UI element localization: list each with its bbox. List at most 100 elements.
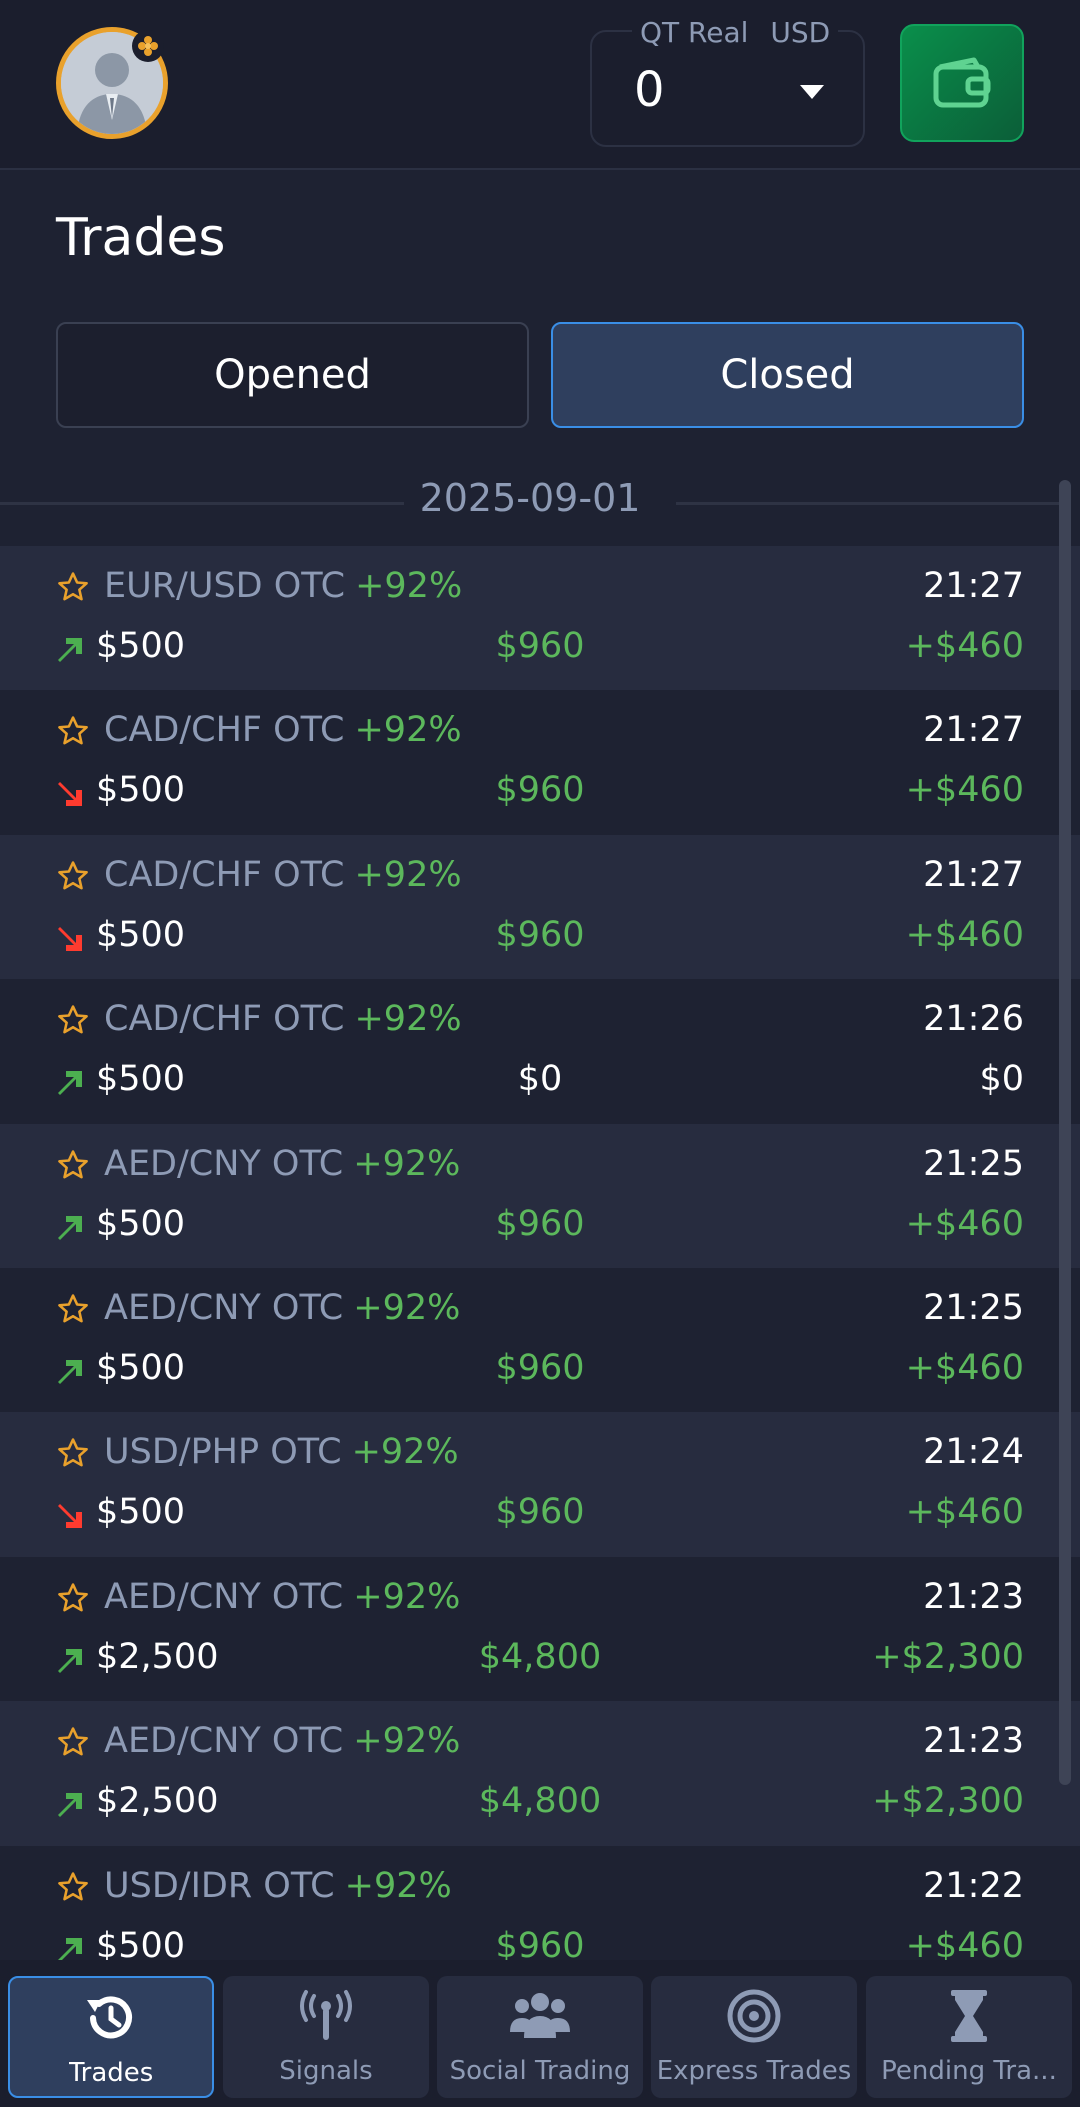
nav-label-social-trading: Social Trading [449,2056,631,2086]
arrow-up-right-icon [56,1647,84,1679]
payout-percent: +92% [353,1721,461,1762]
trade-payout: $4,800 [478,1781,602,1822]
asset-pair: CAD/CHF OTC +92% [104,710,462,750]
trade-profit: +$460 [905,1347,1024,1388]
trade-amount: $500 [96,770,186,811]
top-header: QT Real USD 0 [0,0,1080,170]
nav-social-trading[interactable]: Social Trading [437,1976,643,2098]
asset-name: USD/PHP OTC [104,1432,342,1473]
balance-value: 0 [634,62,665,118]
trade-row[interactable]: USD/PHP OTC +92% 21:24 $500 $960 +$460 [0,1412,1080,1557]
tab-opened[interactable]: Opened [56,322,529,428]
trade-amount: $500 [96,1203,186,1244]
trade-row[interactable]: AED/CNY OTC +92% 21:23 $2,500 $4,800 +$2,300 [0,1556,1080,1702]
arrow-down-right-icon [56,780,84,812]
payout-percent: +92% [353,1143,461,1184]
payout-percent: +92% [351,1432,459,1473]
trade-time: 21:24 [923,1432,1024,1473]
wallet-icon [933,57,991,108]
trade-profit: +$2,300 [872,1636,1024,1677]
trade-profit: +$460 [905,1492,1024,1533]
favorite-star-icon[interactable] [56,1436,90,1474]
users-icon [510,1993,570,2038]
payout-percent: +92% [344,1865,452,1906]
app-root: QT Real USD 0 Trades Opened Closed 2025-0… [0,0,1080,2107]
arrow-down-right-icon [56,925,84,957]
favorite-star-icon[interactable] [56,1725,90,1763]
target-icon [727,1989,781,2043]
nav-express-trades[interactable]: Express Trades [651,1976,857,2098]
trade-amount: $500 [96,1059,186,1100]
favorite-star-icon[interactable] [56,1581,90,1619]
trade-time: 21:23 [923,1721,1024,1762]
trade-payout: $960 [495,770,585,811]
account-selector[interactable]: QT Real USD 0 [590,16,865,147]
asset-pair: AED/CNY OTC +92% [104,1288,460,1328]
trade-time: 21:22 [923,1865,1024,1906]
asset-name: CAD/CHF OTC [104,710,345,751]
payout-percent: +92% [353,1287,461,1328]
asset-pair: CAD/CHF OTC +92% [104,999,462,1039]
nav-signals[interactable]: Signals [223,1976,429,2098]
favorite-star-icon[interactable] [56,1870,90,1908]
nav-label-pending-trades: Pending Tra... [881,2056,1057,2086]
favorite-star-icon[interactable] [56,714,90,752]
trade-time: 21:27 [923,566,1024,606]
arrow-down-right-icon [56,1502,84,1534]
asset-name: USD/IDR OTC [104,1865,335,1906]
trade-profit: +$460 [905,914,1024,955]
bottom-nav: Trades Signals Social Trading Express Tr… [0,1960,1080,2107]
asset-pair: AED/CNY OTC +92% [104,1577,460,1617]
favorite-star-icon[interactable] [56,1292,90,1330]
trade-row[interactable]: AED/CNY OTC +92% 21:25 $500 $960 +$460 [0,1123,1080,1268]
payout-percent: +92% [353,1576,461,1617]
trade-amount: $500 [96,626,186,666]
date-divider: 2025-09-01 [0,470,1060,530]
trade-payout: $960 [495,914,585,955]
account-label: QT Real USD [632,16,839,49]
date-label: 2025-09-01 [419,476,641,520]
nav-label-trades: Trades [68,2058,154,2088]
caret-down-icon [800,85,824,99]
trade-row[interactable]: CAD/CHF OTC +92% 21:27 $500 $960 +$460 [0,690,1080,835]
favorite-star-icon[interactable] [56,1003,90,1041]
antenna-icon [300,1990,352,2040]
trade-row[interactable]: EUR/USD OTC +92% 21:27 $500 $960 +$460 [0,546,1080,691]
trade-list: EUR/USD OTC +92% 21:27 $500 $960 +$460 CAD/CHF… [0,546,1080,1990]
trade-profit: $0 [979,1059,1024,1100]
trade-time: 21:25 [923,1143,1024,1184]
trade-profit: +$2,300 [872,1781,1024,1822]
asset-pair: AED/CNY OTC +92% [104,1721,460,1761]
asset-name: CAD/CHF OTC [104,854,345,895]
trade-row[interactable]: AED/CNY OTC +92% 21:23 $2,500 $4,800 +$2,300 [0,1701,1080,1846]
asset-name: AED/CNY OTC [104,1576,344,1617]
nav-pending-trades[interactable]: Pending Tra... [866,1976,1072,2098]
trade-row[interactable]: AED/CNY OTC +92% 21:25 $500 $960 +$460 [0,1267,1080,1413]
payout-percent: +92% [355,566,463,606]
asset-name: AED/CNY OTC [104,1721,344,1762]
trade-payout: $960 [495,1203,585,1244]
nav-trades[interactable]: Trades [8,1976,214,2098]
asset-pair: CAD/CHF OTC +92% [104,855,462,895]
trade-amount: $500 [96,1492,186,1533]
nav-label-signals: Signals [279,2056,373,2086]
asset-pair: AED/CNY OTC +92% [104,1144,460,1184]
asset-pair: USD/IDR OTC +92% [104,1866,452,1906]
trade-payout: $0 [517,1059,563,1100]
trade-row[interactable]: CAD/CHF OTC +92% 21:27 $500 $960 +$460 [0,834,1080,980]
arrow-up-right-icon [56,1358,84,1390]
wallet-button[interactable] [900,24,1024,142]
trade-row[interactable]: CAD/CHF OTC +92% 21:26 $500 $0 $0 [0,979,1080,1124]
trade-amount: $2,500 [96,1636,219,1677]
asset-pair: EUR/USD OTC +92% [104,566,462,606]
favorite-star-icon[interactable] [56,859,90,897]
account-type: QT Real [640,16,749,49]
tab-closed[interactable]: Closed [551,322,1024,428]
trade-amount: $2,500 [96,1781,219,1822]
favorite-star-icon[interactable] [56,570,90,608]
trade-profit: +$460 [905,626,1024,666]
favorite-star-icon[interactable] [56,1148,90,1186]
scrollbar[interactable] [1059,480,1071,1785]
trade-time: 21:26 [923,999,1024,1040]
page-title: Trades [56,208,226,268]
